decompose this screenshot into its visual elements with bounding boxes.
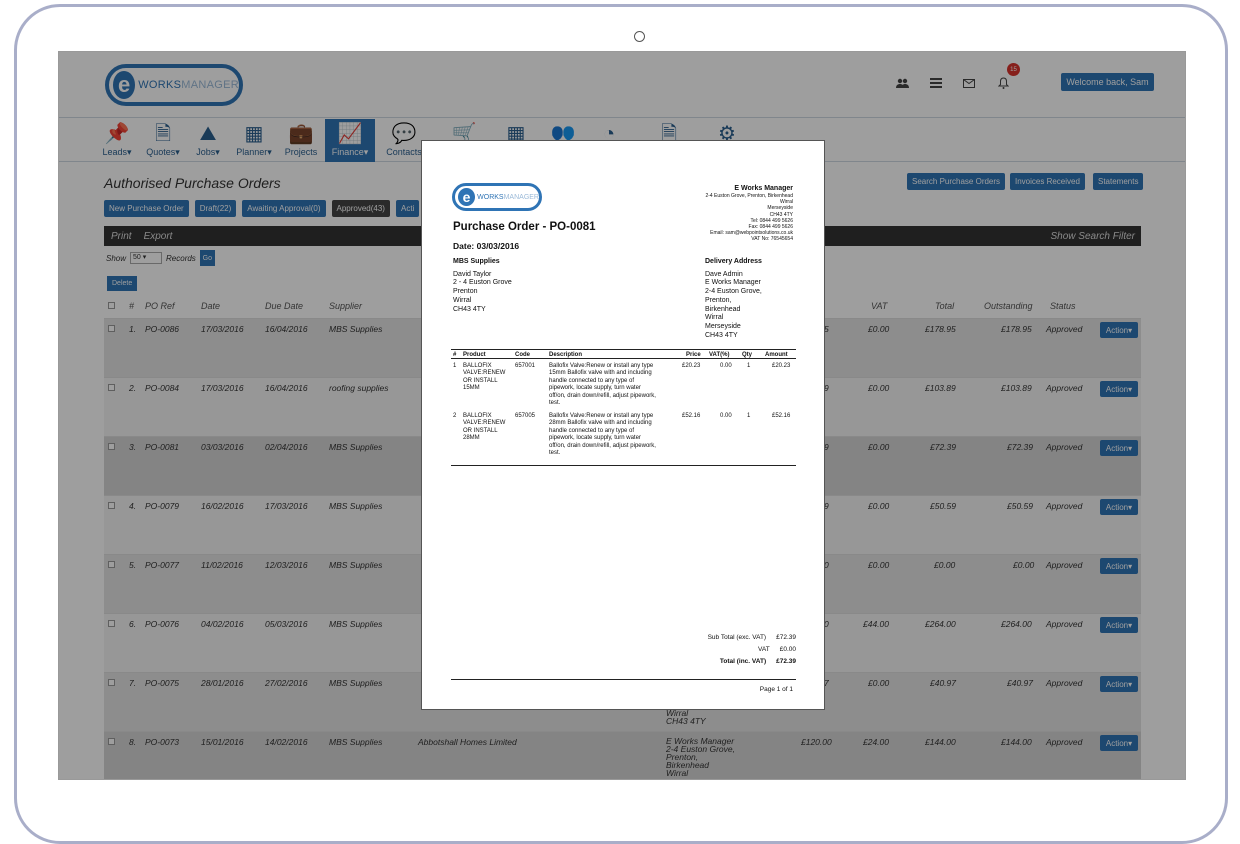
document-title: Purchase Order - PO-0081 xyxy=(453,221,596,233)
line-items-header: # Product Code Description Price VAT(%) … xyxy=(451,349,796,359)
screen: e WORKSMANAGER 15 Welcome back, Sam 📌 Lea… xyxy=(58,51,1186,780)
logo-e-icon: e xyxy=(458,188,476,206)
company-details: E Works Manager 2-4 Euston Grove, Prento… xyxy=(705,185,793,243)
totals: Sub Total (exc. VAT) £72.39 VAT £0.00 Tota… xyxy=(707,634,796,665)
logo-text: WORKSMANAGER xyxy=(477,193,539,201)
document-date: Date: 03/03/2016 xyxy=(453,241,520,251)
footer-rule xyxy=(451,679,796,680)
supplier-address: MBS Supplies David Taylor 2 - 4 Euston G… xyxy=(453,258,512,313)
app: e WORKSMANAGER 15 Welcome back, Sam 📌 Lea… xyxy=(59,52,1185,779)
delivery-address: Delivery Address Dave Admin E Works Mana… xyxy=(705,258,762,339)
table-bottom-rule xyxy=(451,465,796,466)
purchase-order-preview: e WORKSMANAGER E Works Manager 2-4 Eusto… xyxy=(421,140,825,710)
page-number: Page 1 of 1 xyxy=(759,686,793,693)
line-item-row: 1 BALLOFIX VALVE:RENEW OR INSTALL 15MM 6570… xyxy=(453,363,791,407)
camera-icon xyxy=(634,31,645,42)
document-logo: e WORKSMANAGER xyxy=(452,183,542,211)
line-item-row: 2 BALLOFIX VALVE:RENEW OR INSTALL 28MM 6570… xyxy=(453,413,791,457)
line-items-table: # Product Code Description Price VAT(%) … xyxy=(451,349,796,465)
